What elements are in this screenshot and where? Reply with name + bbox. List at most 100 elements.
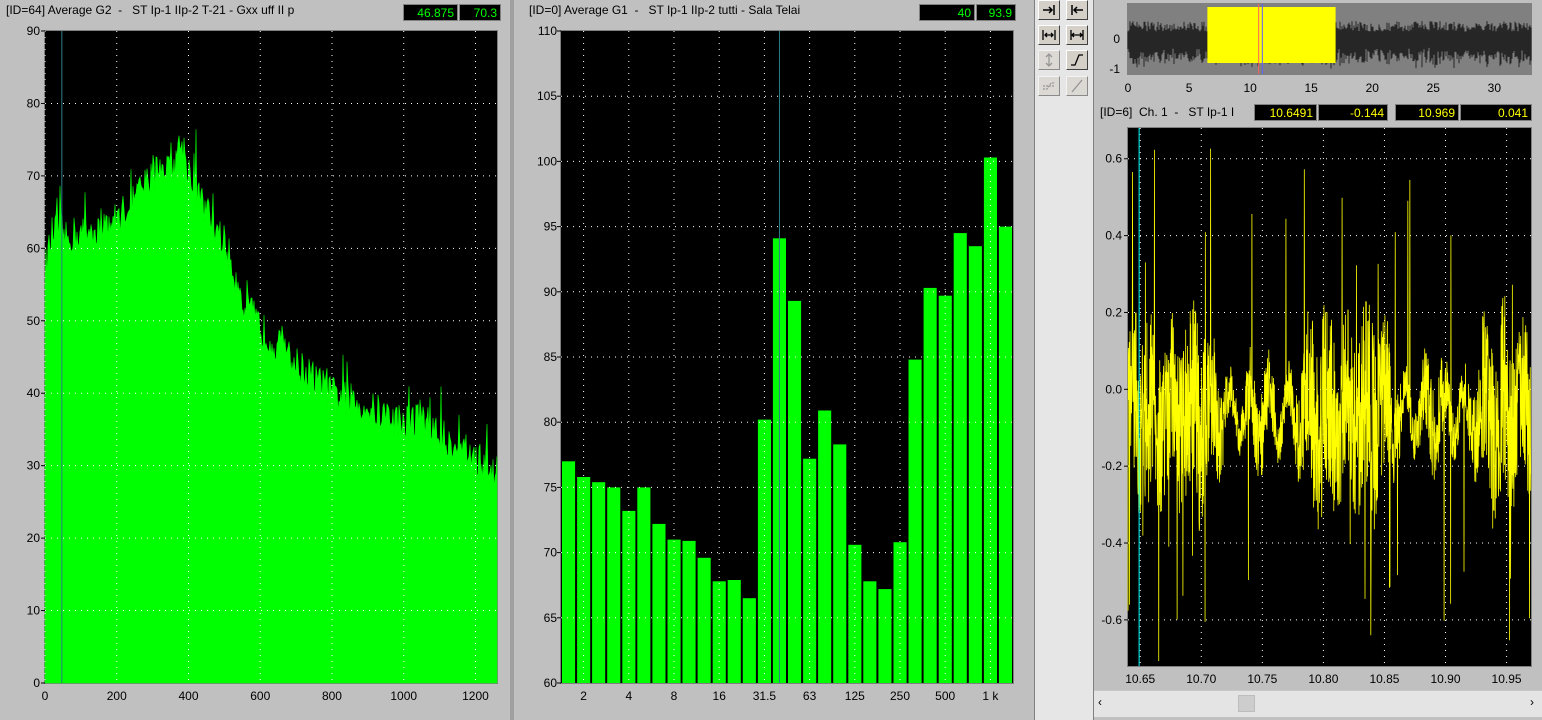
x-tick-label: 10.75 — [1247, 672, 1277, 686]
y-tick-label: 110 — [538, 24, 557, 38]
y-tick-label: 50 — [27, 314, 41, 328]
overview-plot-area[interactable] — [1127, 3, 1532, 75]
x-tick-label: 2 — [580, 689, 587, 703]
x-tick-label: 15 — [1305, 81, 1319, 95]
waveform-plot-area[interactable] — [1127, 127, 1532, 667]
x-tick-label: 30 — [1488, 81, 1502, 95]
spectrum-plot-area[interactable] — [44, 30, 498, 684]
toolbar-divider — [1020, 0, 1034, 720]
zoom-fit-icon[interactable] — [1038, 25, 1060, 45]
y-tick-label: 20 — [27, 531, 41, 545]
octave-bar — [983, 157, 997, 683]
y-tick-label: 90 — [27, 24, 41, 38]
y-tick-label: 0.2 — [1105, 305, 1122, 319]
scroll-right-icon[interactable]: › — [1530, 695, 1534, 709]
spectrum-area — [44, 129, 498, 684]
octave-bar — [652, 523, 666, 683]
cursor-x-readout: 40 — [919, 4, 975, 21]
scrollbar-thumb[interactable] — [1238, 695, 1255, 712]
horizontal-scrollbar[interactable]: ‹ › — [1094, 690, 1542, 717]
octave-bar — [727, 580, 741, 683]
y-tick-label: 30 — [27, 459, 41, 473]
x-tick-label: 10.85 — [1369, 672, 1399, 686]
octave-bar — [923, 287, 937, 683]
y-tick-label: 105 — [537, 89, 557, 103]
x-tick-label: 200 — [107, 689, 127, 703]
x-tick-label: 0 — [42, 689, 49, 703]
y-tick-label: 100 — [537, 154, 557, 168]
y-tick-label: 75 — [544, 480, 558, 494]
zoom-range-icon[interactable] — [1066, 25, 1088, 45]
y-tick-label: -0.4 — [1101, 536, 1122, 550]
cursor-left-icon[interactable] — [1066, 0, 1088, 20]
x-tick-label: 10 — [1243, 81, 1257, 95]
overview-waveform — [1127, 4, 1532, 74]
octave-panel-g1: [ID=0] Average G1 - ST Ip-1 IIp-2 tutti … — [514, 0, 1020, 720]
cursor-y-readout: 93.9 — [976, 4, 1016, 21]
y-tick-label: 0.0 — [1105, 382, 1122, 396]
x-tick-label: 400 — [178, 689, 198, 703]
x-tick-label: 125 — [845, 689, 865, 703]
x-tick-label: 10.80 — [1308, 672, 1338, 686]
cursor1-y-readout: -0.144 — [1318, 104, 1388, 121]
x-tick-label: 5 — [1186, 81, 1193, 95]
scale-y-icon[interactable] — [1038, 50, 1060, 70]
octave-bar — [938, 295, 952, 683]
cursor2-x-readout: 10.969 — [1395, 104, 1459, 121]
y-tick-label: 80 — [27, 96, 41, 110]
y-tick-label: 70 — [544, 546, 558, 560]
octave-bar — [818, 410, 832, 683]
y-tick-label: 65 — [544, 611, 558, 625]
y-tick-label: -1 — [1109, 62, 1120, 76]
scroll-left-icon[interactable]: ‹ — [1098, 695, 1102, 709]
x-tick-label: 10.70 — [1186, 672, 1216, 686]
x-tick-label: 1200 — [462, 689, 489, 703]
x-tick-label: 250 — [890, 689, 910, 703]
cursor2-y-readout: 0.041 — [1460, 104, 1532, 121]
octave-bar — [742, 598, 756, 683]
selection-range — [1207, 7, 1336, 63]
cursor-right-icon[interactable] — [1038, 0, 1060, 20]
octave-bar — [682, 540, 696, 683]
panel-title: [ID=6] Ch. 1 - ST Ip-1 I — [1100, 105, 1235, 119]
cursor-toolbar — [1034, 0, 1094, 720]
waveform-chart — [1127, 128, 1532, 666]
y-tick-label: 90 — [544, 285, 558, 299]
cursor1-x-readout: 10.6491 — [1254, 104, 1317, 121]
octave-bar — [562, 461, 576, 683]
octave-bar — [908, 359, 922, 683]
x-tick-label: 500 — [935, 689, 955, 703]
y-tick-label: 0 — [33, 676, 40, 690]
cursor-x-readout: 46.875 — [403, 4, 458, 21]
y-tick-label: 60 — [544, 676, 558, 690]
curve-icon[interactable] — [1066, 50, 1088, 70]
y-tick-label: 85 — [544, 350, 558, 364]
x-tick-label: 31.5 — [753, 689, 777, 703]
panel-title-bar: [ID=6] Ch. 1 - ST Ip-1 I 10.6491 -0.144 … — [1094, 100, 1542, 122]
octave-bar — [863, 581, 877, 683]
x-tick-label: 10.90 — [1430, 672, 1460, 686]
y-tick-label: 0.6 — [1105, 152, 1122, 166]
curve-alt-icon[interactable] — [1038, 76, 1060, 96]
octave-bar — [697, 557, 711, 683]
octave-bar — [622, 510, 636, 683]
line-icon[interactable] — [1066, 76, 1088, 96]
x-tick-label: 1000 — [390, 689, 417, 703]
x-tick-label: 4 — [625, 689, 632, 703]
x-tick-label: 10.95 — [1492, 672, 1522, 686]
octave-bar — [998, 226, 1012, 683]
octave-bar — [607, 487, 621, 683]
x-tick-label: 600 — [250, 689, 270, 703]
y-tick-label: 0 — [1113, 32, 1120, 46]
y-tick-label: 40 — [27, 386, 41, 400]
x-tick-label: 0 — [1125, 81, 1132, 95]
cursor-y-readout: 70.3 — [459, 4, 501, 21]
octave-bar — [592, 482, 606, 683]
x-tick-label: 8 — [671, 689, 678, 703]
y-tick-label: 80 — [544, 415, 558, 429]
y-tick-label: 0.4 — [1105, 229, 1122, 243]
octave-plot-area[interactable] — [560, 30, 1014, 684]
y-tick-label: 95 — [544, 220, 558, 234]
waveform-panel: [ID=6] Ch. 1 - ST Ip-1 I 10.6491 -0.144 … — [1094, 100, 1542, 720]
x-tick-label: 10.65 — [1125, 672, 1155, 686]
